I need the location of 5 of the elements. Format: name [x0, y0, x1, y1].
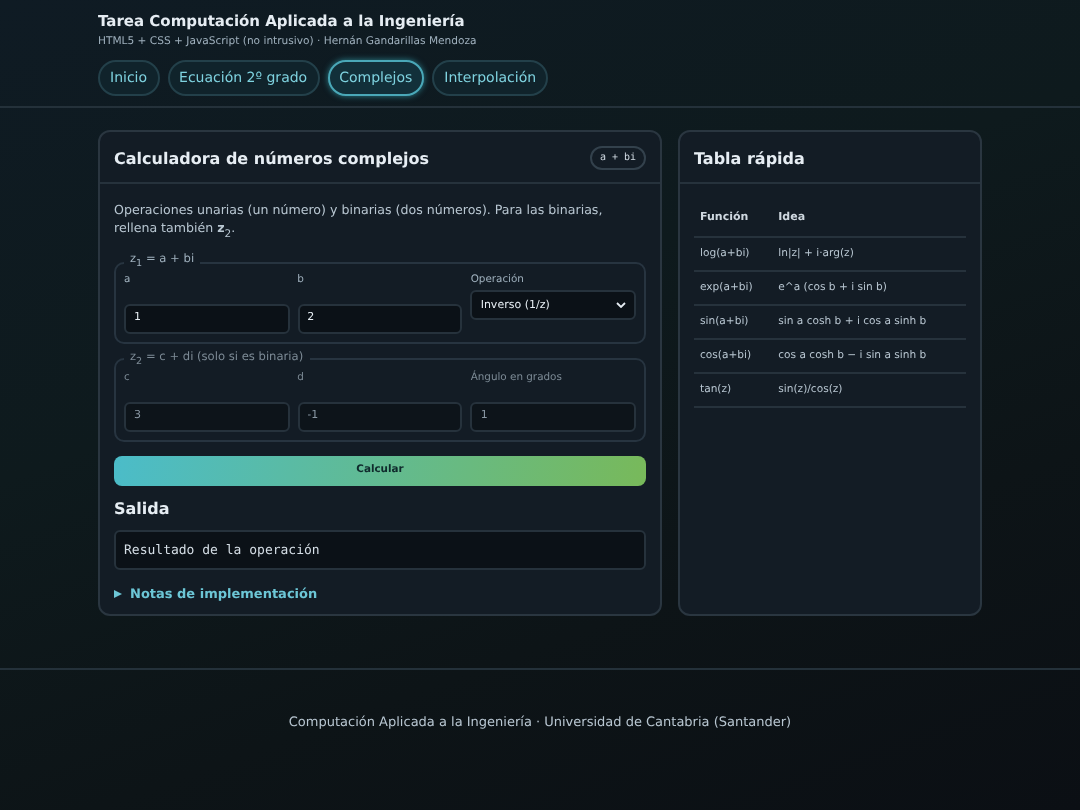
output-heading: Salida — [114, 499, 172, 518]
card-title: Tabla rápida — [694, 149, 805, 167]
card-title: Calculadora de números complejos — [114, 149, 429, 167]
chevron-icon — [615, 302, 626, 309]
triangle-icon — [114, 589, 122, 598]
